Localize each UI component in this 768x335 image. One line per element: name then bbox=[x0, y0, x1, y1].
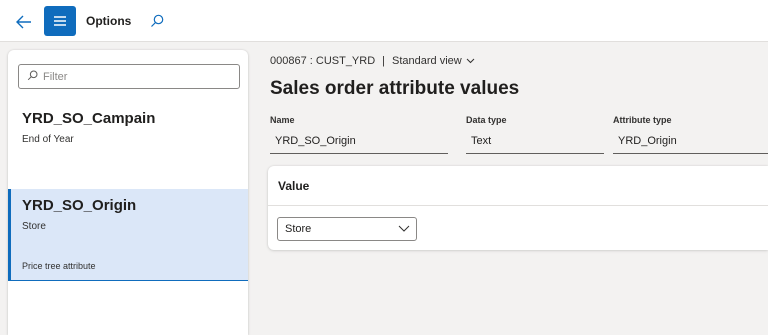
search-icon bbox=[27, 68, 38, 86]
record-id: 000867 : CUST_YRD bbox=[270, 55, 376, 67]
action-bar: Options bbox=[0, 0, 768, 42]
attribute-list-panel: YRD_SO_Campain End of Year YRD_SO_Origin… bbox=[8, 50, 248, 335]
page-title: Sales order attribute values bbox=[270, 78, 520, 99]
value-dropdown[interactable]: Store bbox=[277, 217, 417, 241]
chevron-down-icon bbox=[462, 55, 475, 67]
breadcrumb-separator: | bbox=[382, 55, 386, 67]
field-label: Attribute type bbox=[613, 115, 672, 125]
list-item-title: YRD_SO_Origin bbox=[22, 197, 137, 214]
view-selector[interactable]: Standard view bbox=[392, 55, 475, 67]
value-dropdown-label: Store bbox=[285, 223, 312, 235]
data-type-value[interactable]: Text bbox=[466, 132, 604, 154]
value-section-header[interactable]: Value bbox=[268, 166, 768, 206]
list-item-title: YRD_SO_Campain bbox=[22, 110, 156, 127]
breadcrumb: 000867 : CUST_YRD | Standard view bbox=[270, 55, 475, 67]
hamburger-menu-icon[interactable] bbox=[44, 6, 76, 36]
options-tab[interactable]: Options bbox=[86, 14, 131, 28]
filter-field[interactable] bbox=[18, 64, 240, 89]
list-item-subtitle: End of Year bbox=[22, 134, 74, 145]
list-item[interactable]: YRD_SO_Campain End of Year bbox=[8, 106, 248, 186]
field-label: Name bbox=[270, 115, 295, 125]
back-arrow-icon[interactable] bbox=[14, 12, 34, 32]
view-selector-label: Standard view bbox=[392, 55, 462, 67]
search-icon[interactable] bbox=[148, 12, 166, 30]
chevron-down-icon bbox=[398, 223, 410, 235]
list-item-description: Price tree attribute bbox=[22, 261, 96, 271]
list-item-selected[interactable]: YRD_SO_Origin Store Price tree attribute bbox=[8, 189, 248, 281]
name-value[interactable]: YRD_SO_Origin bbox=[270, 132, 448, 154]
filter-input[interactable] bbox=[43, 70, 223, 83]
name-field: Name YRD_SO_Origin bbox=[270, 115, 448, 154]
list-item-subtitle: Store bbox=[22, 221, 46, 232]
data-type-field: Data type Text bbox=[466, 115, 604, 154]
attribute-type-value[interactable]: YRD_Origin bbox=[613, 132, 768, 154]
field-label: Data type bbox=[466, 115, 507, 125]
attribute-type-field: Attribute type YRD_Origin bbox=[613, 115, 768, 154]
value-section: Value Store bbox=[268, 166, 768, 250]
